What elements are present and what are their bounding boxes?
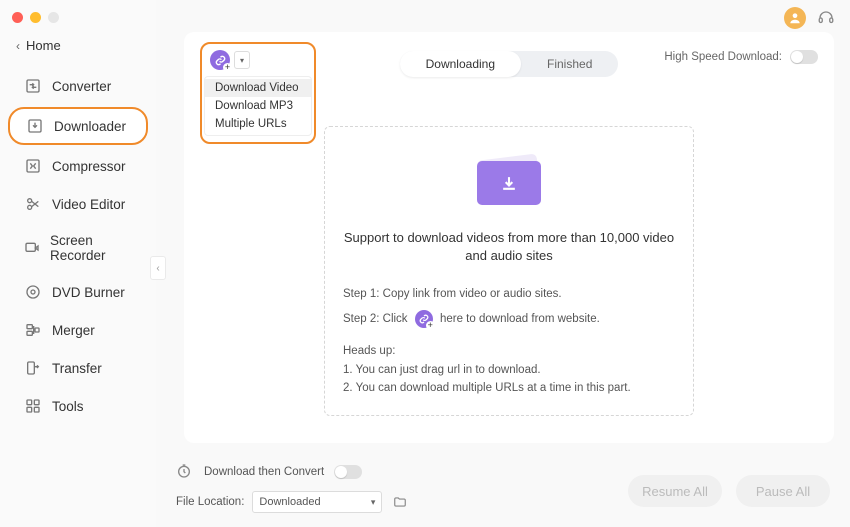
pause-all-button[interactable]: Pause All	[736, 475, 830, 507]
high-speed-download-setting: High Speed Download:	[664, 50, 818, 64]
paste-url-button[interactable]: ▾	[204, 46, 312, 74]
chevron-down-icon[interactable]: ▾	[234, 51, 250, 69]
chevron-down-icon: ▾	[371, 497, 376, 508]
tools-icon	[24, 397, 42, 415]
resume-all-button[interactable]: Resume All	[628, 475, 722, 507]
tab-finished[interactable]: Finished	[521, 51, 618, 77]
empty-description: Support to download videos from more tha…	[343, 229, 675, 265]
sidebar-item-label: DVD Burner	[52, 285, 125, 300]
sidebar-item-tools[interactable]: Tools	[8, 389, 148, 423]
chevron-left-icon: ‹	[16, 39, 20, 53]
collapse-sidebar-button[interactable]: ‹	[150, 256, 166, 280]
footer-buttons: Resume All Pause All	[628, 475, 830, 507]
transfer-icon	[24, 359, 42, 377]
heads-up-text: Heads up: 1. You can just drag url in to…	[343, 342, 675, 397]
paste-url-menu: Download Video Download MP3 Multiple URL…	[204, 76, 312, 136]
footer-left: Download then Convert File Location: Dow…	[176, 463, 410, 513]
close-window-button[interactable]	[12, 12, 23, 23]
file-location-label: File Location:	[176, 496, 244, 508]
screen-recorder-icon	[24, 239, 40, 257]
menu-item-multiple-urls[interactable]: Multiple URLs	[205, 115, 311, 133]
maximize-window-button[interactable]	[48, 12, 59, 23]
sidebar-item-label: Converter	[52, 79, 111, 94]
sidebar-item-label: Tools	[52, 399, 84, 414]
window-controls	[0, 0, 156, 30]
paste-link-icon	[415, 310, 433, 328]
merger-icon	[24, 321, 42, 339]
sidebar-item-downloader[interactable]: Downloader	[8, 107, 148, 145]
open-folder-button[interactable]	[390, 493, 410, 511]
sidebar-item-screen-recorder[interactable]: Screen Recorder	[8, 225, 148, 271]
tabs-segmented-control: Downloading Finished	[400, 51, 619, 77]
support-icon[interactable]	[816, 8, 836, 28]
sidebar-item-transfer[interactable]: Transfer	[8, 351, 148, 385]
high-speed-download-toggle[interactable]	[790, 50, 818, 64]
sidebar-item-dvd-burner[interactable]: DVD Burner	[8, 275, 148, 309]
sidebar-item-label: Screen Recorder	[50, 233, 132, 263]
sidebar-item-label: Merger	[52, 323, 95, 338]
converter-icon	[24, 77, 42, 95]
paste-link-icon	[210, 50, 230, 70]
home-label: Home	[26, 38, 61, 53]
sidebar-item-video-editor[interactable]: Video Editor	[8, 187, 148, 221]
menu-item-download-mp3[interactable]: Download MP3	[205, 97, 311, 115]
download-then-convert-label: Download then Convert	[204, 466, 324, 478]
card-header: ▾ Download Video Download MP3 Multiple U…	[200, 42, 818, 86]
sidebar-item-label: Downloader	[54, 119, 126, 134]
step-2-text: Step 2: Click here to download from webs…	[343, 310, 675, 328]
dvd-burner-icon	[24, 283, 42, 301]
downloader-icon	[26, 117, 44, 135]
minimize-window-button[interactable]	[30, 12, 41, 23]
clock-icon[interactable]	[176, 463, 194, 481]
video-editor-icon	[24, 195, 42, 213]
tab-downloading[interactable]: Downloading	[400, 51, 521, 77]
avatar[interactable]	[784, 7, 806, 29]
sidebar-item-merger[interactable]: Merger	[8, 313, 148, 347]
paste-url-dropdown-wrap: ▾ Download Video Download MP3 Multiple U…	[200, 42, 316, 144]
sidebar-item-label: Video Editor	[52, 197, 125, 212]
sidebar-item-label: Transfer	[52, 361, 102, 376]
sidebar-item-label: Compressor	[52, 159, 126, 174]
topbar	[156, 0, 850, 30]
empty-state-panel: Support to download videos from more tha…	[324, 126, 694, 416]
sidebar-nav: Converter Downloader Compressor Video Ed…	[0, 67, 156, 425]
file-location-select[interactable]: Downloaded ▾	[252, 491, 382, 513]
sidebar-item-compressor[interactable]: Compressor	[8, 149, 148, 183]
sidebar-item-converter[interactable]: Converter	[8, 69, 148, 103]
folder-illustration	[343, 151, 675, 211]
content-card: ▾ Download Video Download MP3 Multiple U…	[184, 32, 834, 443]
sidebar: ‹ Home Converter Downloader Compressor V…	[0, 0, 156, 527]
high-speed-download-label: High Speed Download:	[664, 51, 782, 63]
footer: Download then Convert File Location: Dow…	[156, 453, 850, 527]
step-1-text: Step 1: Copy link from video or audio si…	[343, 285, 675, 303]
home-link[interactable]: ‹ Home	[0, 30, 156, 61]
compressor-icon	[24, 157, 42, 175]
main-area: ▾ Download Video Download MP3 Multiple U…	[156, 0, 850, 527]
menu-item-download-video[interactable]: Download Video	[205, 79, 311, 97]
download-then-convert-toggle[interactable]	[334, 465, 362, 479]
